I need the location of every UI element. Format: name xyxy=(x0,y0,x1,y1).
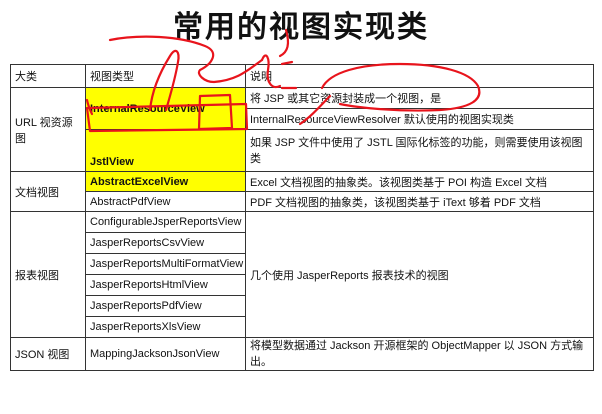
view-internal-resource: InternalResourceView xyxy=(85,87,246,130)
view-jasper-html: JasperReportsHtmlView xyxy=(85,274,246,296)
header-category: 大类 xyxy=(10,64,86,88)
table-row: AbstractPdfView PDF 文档视图的抽象类，该视图类基于 iTex… xyxy=(11,191,594,212)
category-report: 报表视图 xyxy=(10,211,86,338)
view-jstl: JstlView xyxy=(85,129,246,172)
category-document: 文档视图 xyxy=(10,171,86,212)
desc-abstract-pdf: PDF 文档视图的抽象类，该视图类基于 iText 够着 PDF 文档 xyxy=(245,191,594,212)
category-json: JSON 视图 xyxy=(10,337,86,371)
view-jasper-csv: JasperReportsCsvView xyxy=(85,232,246,254)
desc-jstl: 如果 JSP 文件中使用了 JSTL 国际化标签的功能，则需要使用该视图类 xyxy=(245,129,594,172)
view-jasper-pdf: JasperReportsPdfView xyxy=(85,295,246,317)
table-row: URL 视资源图 InternalResourceView 将 JSP 或其它资… xyxy=(10,87,594,172)
view-mapping-jackson: MappingJacksonJsonView xyxy=(85,337,246,371)
view-jasper-xls: JasperReportsXlsView xyxy=(85,316,246,338)
category-url: URL 视资源图 xyxy=(10,87,86,172)
desc-internal-resource-line1: 将 JSP 或其它资源封装成一个视图，是 xyxy=(245,87,594,109)
header-view-type: 视图类型 xyxy=(85,64,246,88)
table-row: JstlView 如果 JSP 文件中使用了 JSTL 国际化标签的功能，则需要… xyxy=(11,129,594,172)
desc-internal-resource-line2: InternalResourceViewResolver 默认使用的视图实现类 xyxy=(245,108,594,130)
table-row: 报表视图 ConfigurableJsperReportsView 几个使用 J… xyxy=(10,211,594,338)
desc-abstract-excel: Excel 文档视图的抽象类。该视图类基于 POI 构造 Excel 文档 xyxy=(245,171,594,192)
table-row: 文档视图 AbstractExcelView Excel 文档视图的抽象类。该视… xyxy=(10,171,594,212)
view-abstract-pdf: AbstractPdfView xyxy=(85,191,246,212)
view-configurable-jasper: ConfigurableJsperReportsView xyxy=(85,211,246,233)
slide-title: 常用的视图实现类 xyxy=(173,10,429,45)
view-classes-table: 大类 视图类型 说明 URL 视资源图 InternalResourceView… xyxy=(10,64,594,371)
view-jasper-multiformat: JasperReportsMultiFormatView xyxy=(85,253,246,275)
desc-mapping-jackson: 将模型数据通过 Jackson 开源框架的 ObjectMapper 以 JSO… xyxy=(245,337,594,371)
header-description: 说明 xyxy=(245,64,594,88)
view-abstract-excel: AbstractExcelView xyxy=(85,171,246,192)
desc-jasper: 几个使用 JasperReports 报表技术的视图 xyxy=(245,211,594,338)
table-row: JSON 视图 MappingJacksonJsonView 将模型数据通过 J… xyxy=(10,337,594,371)
table-header-row: 大类 视图类型 说明 xyxy=(10,64,594,88)
